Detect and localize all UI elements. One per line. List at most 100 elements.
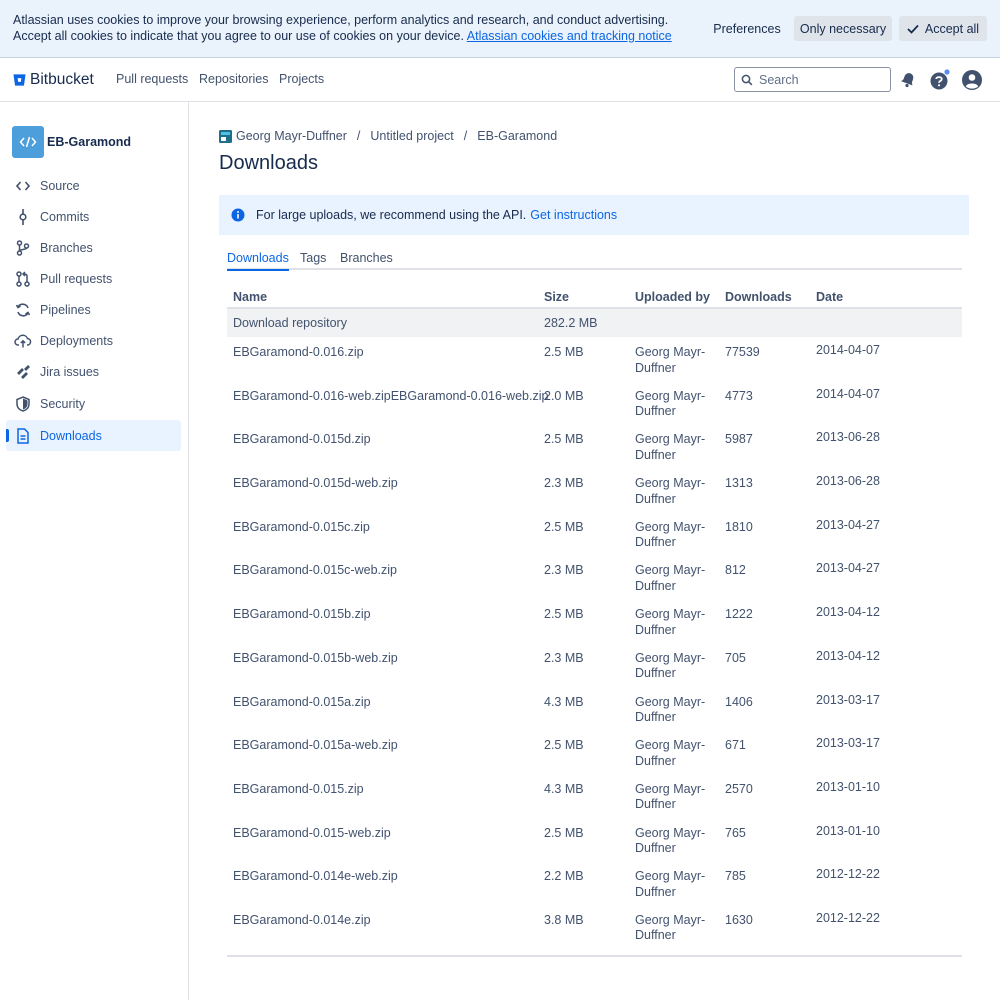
sidebar-item-deployments[interactable]: Deployments	[6, 325, 181, 356]
sidebar-item-downloads[interactable]: Downloads	[6, 420, 181, 451]
info-icon	[231, 208, 245, 222]
sidebar-item-pull-requests[interactable]: Pull requests	[6, 263, 181, 294]
uploaded-by: Georg Mayr-Duffner	[635, 912, 706, 943]
upload-date: 2013-04-12	[816, 605, 880, 620]
uploaded-by: Georg Mayr-Duffner	[635, 825, 706, 856]
uploaded-by: Georg Mayr-Duffner	[635, 432, 706, 462]
get-instructions-link[interactable]: Get instructions	[530, 208, 617, 222]
uploaded-by: Georg Mayr-Duffner	[635, 519, 706, 550]
nav-pull-requests[interactable]: Pull requests	[116, 72, 188, 86]
file-size: 2.5 MB	[544, 738, 584, 753]
uploaded-by: Georg Mayr-Duffner	[635, 607, 706, 637]
table-row: EBGaramond-0.016-web.zipEBGaramond-0.016…	[227, 381, 962, 425]
pipelines-icon	[14, 301, 32, 319]
download-count: 812	[725, 563, 746, 578]
sidebar-item-branches[interactable]: Branches	[6, 232, 181, 263]
upload-date: 2013-03-17	[816, 736, 880, 751]
branch-icon	[14, 239, 32, 257]
header-date: Date	[816, 290, 844, 304]
download-count: 4773	[725, 388, 753, 403]
file-name-link[interactable]: EBGaramond-0.015d-web.zip	[233, 476, 398, 492]
repo-name: EB-Garamond	[47, 135, 132, 149]
file-name-link[interactable]: EBGaramond-0.014e-web.zip	[233, 869, 398, 885]
jira-icon	[14, 363, 32, 381]
shield-icon	[14, 395, 32, 413]
header-downloads: Downloads	[725, 290, 792, 304]
page-title: Downloads	[219, 152, 318, 174]
sidebar-item-commits[interactable]: Commits	[6, 201, 181, 232]
accept-all-button[interactable]: Accept all	[899, 16, 987, 41]
breadcrumb-separator: /	[356, 129, 361, 143]
sidebar-item-label: Pipelines	[40, 302, 91, 317]
sidebar-item-security[interactable]: Security	[6, 388, 181, 419]
file-name-link[interactable]: EBGaramond-0.015-web.zip	[233, 826, 391, 842]
cloud-upload-icon	[14, 332, 32, 350]
sidebar-item-label: Downloads	[40, 428, 102, 443]
file-name-link[interactable]: EBGaramond-0.015a-web.zip	[233, 738, 398, 754]
upload-date: 2012-12-22	[816, 867, 880, 882]
tab-tags[interactable]: Tags	[300, 251, 326, 269]
table-body: EBGaramond-0.016.zip 2.5 MB Georg Mayr-Duf…	[227, 337, 962, 949]
file-name-link[interactable]: EBGaramond-0.015.zip	[233, 782, 364, 798]
upload-date: 2013-04-27	[816, 561, 880, 576]
preferences-button[interactable]: Preferences	[706, 16, 788, 41]
sidebar-item-label: Security	[40, 396, 86, 411]
only-necessary-button[interactable]: Only necessary	[794, 16, 892, 41]
table-row: EBGaramond-0.015-web.zip 2.5 MB Georg Mayr…	[227, 818, 962, 862]
nav-repositories[interactable]: Repositories	[199, 72, 268, 86]
nav-projects[interactable]: Projects	[279, 72, 324, 86]
cookie-banner: Atlassian uses cookies to improve your b…	[0, 0, 1000, 58]
breadcrumb-project[interactable]: Untitled project	[370, 129, 453, 143]
file-name-link[interactable]: EBGaramond-0.014e.zip	[233, 913, 371, 929]
file-name-link[interactable]: EBGaramond-0.015b-web.zip	[233, 651, 398, 667]
header-uploaded-by: Uploaded by	[635, 290, 711, 304]
download-repository-link[interactable]: Download repository	[233, 316, 347, 332]
file-name-link[interactable]: EBGaramond-0.015d.zip	[233, 432, 371, 448]
sidebar-item-source[interactable]: Source	[6, 170, 181, 201]
cookie-notice-link[interactable]: Atlassian cookies and tracking notice	[467, 29, 672, 43]
file-name-link[interactable]: EBGaramond-0.015a.zip	[233, 695, 371, 711]
bitbucket-icon	[13, 74, 26, 86]
notifications-button[interactable]	[897, 69, 919, 91]
breadcrumb-repository[interactable]: EB-Garamond	[477, 129, 557, 143]
file-size: 2.3 MB	[544, 650, 584, 665]
search-input[interactable]	[759, 72, 879, 87]
bitbucket-logo[interactable]: Bitbucket	[13, 71, 94, 89]
notification-dot	[944, 69, 950, 75]
download-repository-row: Download repository 282.2 MB	[227, 309, 962, 337]
info-text: For large uploads, we recommend using th…	[256, 208, 527, 222]
breadcrumb: Georg Mayr-Duffner / Untitled project / …	[219, 129, 557, 143]
download-count: 1313	[725, 476, 753, 491]
breadcrumb-separator: /	[463, 129, 468, 143]
uploaded-by: Georg Mayr-Duffner	[635, 781, 706, 812]
download-count: 1630	[725, 912, 753, 927]
file-name-link[interactable]: EBGaramond-0.015c.zip	[233, 520, 370, 536]
file-name-link[interactable]: EBGaramond-0.016.zip	[233, 345, 364, 361]
file-size: 2.5 MB	[544, 607, 584, 622]
sidebar-item-label: Pull requests	[40, 271, 113, 286]
upload-date: 2013-04-12	[816, 648, 880, 663]
upload-date: 2013-06-28	[816, 474, 880, 489]
file-name-link[interactable]: EBGaramond-0.015b.zip	[233, 607, 371, 623]
help-button[interactable]	[928, 69, 950, 91]
repo-header[interactable]: EB-Garamond	[12, 126, 131, 158]
file-name-link[interactable]: EBGaramond-0.015c-web.zip	[233, 563, 397, 579]
table-row: EBGaramond-0.015d-web.zip 2.3 MB Georg May…	[227, 468, 962, 512]
sidebar-item-pipelines[interactable]: Pipelines	[6, 294, 181, 325]
header-name: Name	[233, 290, 268, 304]
tab-branches[interactable]: Branches	[340, 251, 393, 269]
tab-downloads[interactable]: Downloads	[227, 251, 289, 271]
header-size: Size	[544, 290, 570, 304]
sidebar-item-label: Branches	[40, 240, 93, 255]
top-navigation: Bitbucket Pull requests Repositories Pro…	[0, 58, 1000, 102]
repo-avatar	[12, 126, 44, 158]
file-size: 3.8 MB	[544, 912, 584, 927]
sidebar-item-jira-issues[interactable]: Jira issues	[6, 356, 181, 387]
breadcrumb-workspace[interactable]: Georg Mayr-Duffner	[236, 129, 347, 143]
info-banner: For large uploads, we recommend using th…	[219, 195, 969, 235]
file-name-link[interactable]: EBGaramond-0.016-web.zipEBGaramond-0.016…	[233, 389, 548, 405]
file-size: 4.3 MB	[544, 781, 584, 796]
uploaded-by: Georg Mayr-Duffner	[635, 345, 706, 375]
profile-button[interactable]	[961, 69, 983, 91]
search-field[interactable]	[734, 67, 891, 92]
